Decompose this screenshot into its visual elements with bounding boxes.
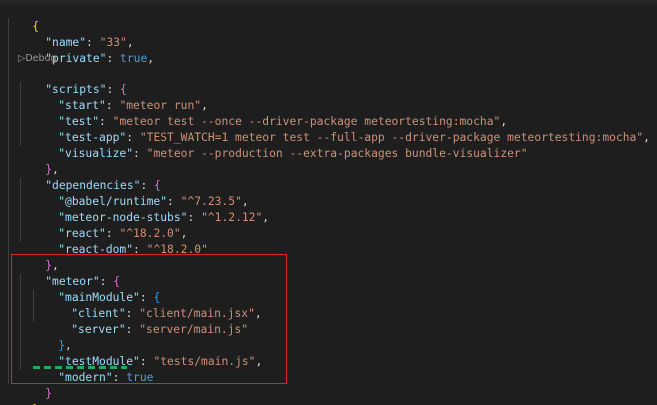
comma: , — [643, 131, 650, 144]
debug-codelens[interactable]: ▷Debug — [18, 53, 57, 65]
comma: , — [147, 52, 155, 65]
code-line[interactable]: "react": "^18.2.0", — [31, 210, 187, 240]
code-line[interactable]: "private": true, — [18, 35, 154, 65]
code-editor[interactable]: { "name": "33", "private": true, ▷Debug … — [0, 0, 657, 405]
code-line[interactable]: "react-dom": "^18.2.0" — [31, 226, 208, 256]
code-line[interactable]: "visualize": "meteor --production --extr… — [31, 130, 527, 160]
code-line[interactable]: }, — [18, 146, 59, 176]
code-line[interactable]: "meteor-node-stubs": "^1.2.12", — [31, 194, 269, 224]
highlight-box — [11, 254, 287, 384]
code-line[interactable]: "@babel/runtime": "^7.23.5", — [31, 178, 248, 208]
debug-codelens-label: Debug — [25, 53, 57, 64]
json-string-value: "^1.2.12" — [201, 211, 263, 224]
comma: , — [262, 211, 270, 224]
json-key: "visualize" — [58, 147, 134, 160]
code-line[interactable]: "dependencies": { — [18, 162, 161, 192]
json-boolean-value: true — [120, 52, 148, 65]
editor-top-edge — [0, 0, 657, 4]
code-line[interactable]: "name": "33", — [18, 19, 133, 49]
json-string-value: "meteor --production --extra-packages bu… — [146, 147, 528, 160]
close-brace: } — [45, 387, 53, 400]
indent-guide — [8, 18, 9, 384]
colon: : — [106, 52, 121, 65]
code-line[interactable]: "test-app": "TEST_WATCH=1 meteor test --… — [31, 114, 650, 144]
code-line[interactable]: "test": "meteor test --once --driver-pac… — [31, 98, 507, 128]
code-line[interactable]: "start": "meteor run", — [31, 82, 208, 112]
code-line[interactable]: { — [5, 3, 39, 33]
code-line[interactable]: } — [5, 386, 39, 405]
code-line[interactable]: "scripts": { — [18, 66, 127, 96]
colon: : — [133, 147, 147, 160]
colon: : — [187, 211, 202, 224]
